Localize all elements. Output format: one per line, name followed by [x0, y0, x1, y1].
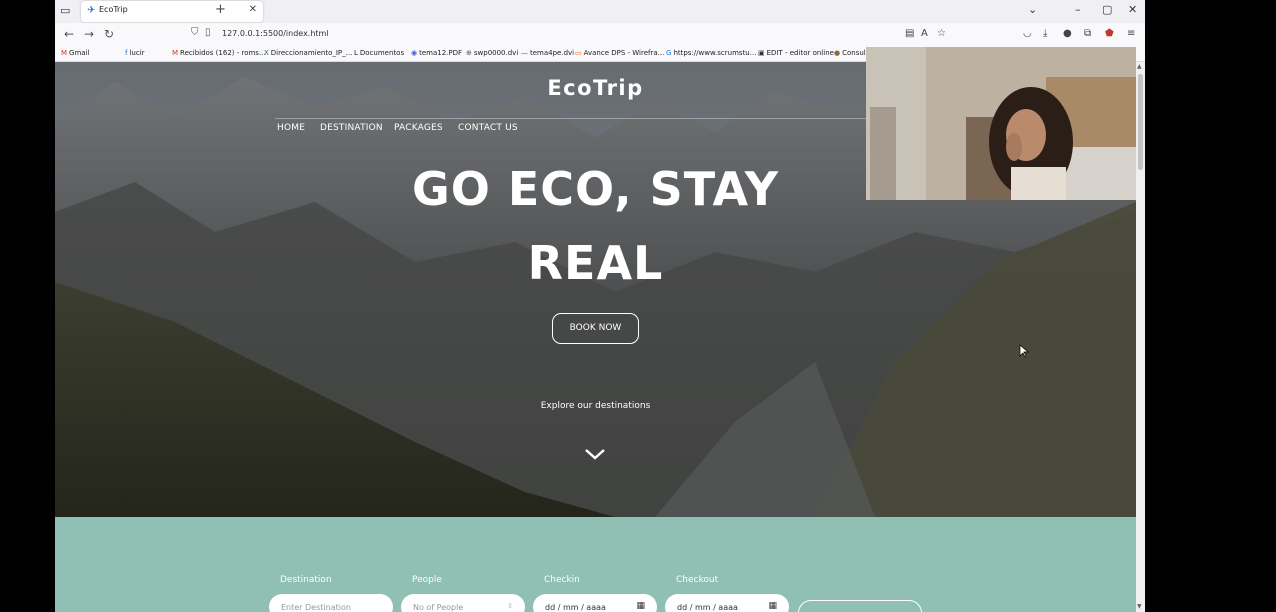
close-window-icon[interactable]: ✕	[1128, 3, 1137, 16]
nav-divider	[275, 118, 915, 119]
bookmark-favicon-icon: M	[61, 49, 68, 57]
hero-headline-line2: REAL	[527, 236, 664, 290]
bookmark-favicon-icon: G	[666, 49, 672, 57]
bookmark-item[interactable]: ▣ EDIT - editor online	[758, 49, 834, 57]
page-scrollbar[interactable]: ▲ ▼	[1136, 62, 1145, 612]
bookmark-star-icon[interactable]: ☆	[937, 28, 946, 39]
people-input-wrapper[interactable]: No of People ⇳	[401, 594, 525, 612]
back-arrow-icon[interactable]: ←	[64, 27, 74, 41]
bookmark-item[interactable]: — tema4pe.dvi	[521, 49, 574, 57]
bookmark-favicon-icon: ◉	[411, 49, 418, 57]
explore-destinations-text: Explore our destinations	[540, 401, 651, 411]
account-icon[interactable]: ●	[1063, 28, 1072, 39]
extensions-icon[interactable]: ⧉	[1084, 28, 1091, 39]
bookmark-label: tema4pe.dvi	[530, 49, 575, 57]
mouse-cursor-icon	[1019, 344, 1029, 358]
bookmark-favicon-icon: ⊕	[466, 49, 472, 57]
bookmark-label: Documentos	[359, 49, 405, 57]
bookmark-favicon-icon: M	[172, 49, 179, 57]
bookmark-item[interactable]: ● Consul	[834, 49, 866, 57]
checkout-date-value[interactable]: dd / mm / aaaa	[677, 603, 738, 612]
booking-section: Destination People Checkin Checkout Ente…	[55, 517, 1136, 612]
maximize-icon[interactable]: ▢	[1102, 3, 1112, 16]
people-input[interactable]: No of People	[413, 603, 463, 612]
scroll-up-icon[interactable]: ▲	[1137, 63, 1142, 70]
people-label: People	[412, 575, 442, 585]
calendar-icon[interactable]: ▦	[636, 601, 645, 611]
checkout-date-input[interactable]: dd / mm / aaaa ▦	[665, 594, 789, 612]
nav-link-contact[interactable]: CONTACT US	[458, 123, 518, 133]
bookmark-label: Direccionamiento_IP_...	[270, 49, 353, 57]
tab-favicon-icon: ✈	[87, 5, 96, 16]
destination-label: Destination	[280, 575, 332, 585]
webcam-person-image	[866, 47, 1136, 200]
chevron-down-icon[interactable]	[583, 447, 607, 461]
new-tab-button[interactable]: +	[215, 2, 226, 17]
booking-submit-button[interactable]	[798, 600, 922, 612]
tab-title: EcoTrip	[99, 5, 128, 14]
bookmark-item[interactable]: f lucir	[125, 49, 145, 57]
checkin-label: Checkin	[544, 575, 580, 585]
bookmark-item[interactable]: X Direccionamiento_IP_...	[264, 49, 352, 57]
navigation-bar: ← → ↻ ⛉ ▯ 127.0.0.1:5500/index.html ▤ A …	[55, 23, 1145, 46]
bookmark-favicon-icon: ▭	[575, 49, 582, 57]
checkin-date-value[interactable]: dd / mm / aaaa	[545, 603, 606, 612]
bookmark-label: Consul	[842, 49, 866, 57]
ublock-shield-icon[interactable]: ⬟	[1105, 28, 1114, 39]
bookmark-label: Avance DPS - Wirefra...	[583, 49, 665, 57]
calendar-icon[interactable]: ▦	[768, 601, 777, 611]
bookmark-item[interactable]: L Documentos	[354, 49, 404, 57]
scrollbar-thumb[interactable]	[1138, 74, 1143, 170]
bookmark-item[interactable]: ⊕ swp0000.dvi	[466, 49, 518, 57]
minimize-icon[interactable]: –	[1075, 3, 1081, 16]
forward-arrow-icon[interactable]: →	[84, 27, 94, 41]
bookmark-label: Recibidos (162) - roms...	[180, 49, 266, 57]
reload-icon[interactable]: ↻	[104, 27, 114, 41]
pocket-icon[interactable]: ◡	[1023, 28, 1032, 39]
bookmark-label: swp0000.dvi	[473, 49, 519, 57]
bookmark-label: lucir	[129, 49, 145, 57]
bookmark-item[interactable]: ▭ Avance DPS - Wirefra...	[575, 49, 664, 57]
bookmark-favicon-icon: ●	[834, 49, 841, 57]
book-now-button[interactable]: BOOK NOW	[552, 313, 639, 344]
webcam-video-overlay	[866, 47, 1136, 200]
downloads-icon[interactable]: ⤓	[1043, 28, 1047, 39]
address-bar[interactable]: ⛉ ▯ 127.0.0.1:5500/index.html	[183, 25, 953, 44]
bookmark-favicon-icon: —	[521, 49, 528, 57]
nav-link-home[interactable]: HOME	[277, 123, 305, 133]
bookmark-item[interactable]: ◉ tema12.PDF	[411, 49, 462, 57]
menu-hamburger-icon[interactable]: ≡	[1127, 28, 1135, 39]
translate-icon[interactable]: A	[921, 28, 928, 39]
shield-icon[interactable]: ⛉	[191, 27, 199, 38]
bookmark-favicon-icon: L	[354, 49, 358, 57]
bookmark-favicon-icon: X	[264, 49, 269, 57]
tab-overflow-chevron-icon[interactable]: ⌄	[1028, 3, 1037, 16]
tab-list-icon[interactable]: ▭	[60, 4, 76, 18]
tab-strip: ▭ ✈ EcoTrip ✕ + ⌄ – ▢ ✕	[55, 0, 1145, 23]
number-spinner-icon[interactable]: ⇳	[507, 602, 513, 610]
bookmark-label: https://www.scrumstu...	[673, 49, 757, 57]
bookmark-item[interactable]: Ghttps://www.scrumstu...	[666, 49, 756, 57]
checkout-label: Checkout	[676, 575, 719, 585]
scroll-down-icon[interactable]: ▼	[1137, 603, 1142, 610]
destination-input[interactable]: Enter Destination	[269, 594, 393, 612]
browser-tab-active[interactable]: ✈ EcoTrip ✕	[81, 1, 263, 22]
checkin-date-input[interactable]: dd / mm / aaaa ▦	[533, 594, 657, 612]
bookmark-label: tema12.PDF	[419, 49, 463, 57]
reader-view-icon[interactable]: ▤	[905, 28, 914, 39]
bookmark-label: Gmail	[69, 49, 90, 57]
tab-close-icon[interactable]: ✕	[249, 4, 257, 15]
page-info-icon[interactable]: ▯	[205, 27, 211, 38]
bookmark-item[interactable]: M Gmail	[61, 49, 89, 57]
bookmark-item[interactable]: M Recibidos (162) - roms...	[172, 49, 266, 57]
url-text[interactable]: 127.0.0.1:5500/index.html	[222, 29, 329, 38]
nav-link-destination[interactable]: DESTINATION	[320, 123, 383, 133]
bookmark-label: EDIT - editor online	[766, 49, 834, 57]
bookmark-favicon-icon: f	[125, 49, 128, 57]
nav-link-packages[interactable]: PACKAGES	[394, 123, 443, 133]
bookmark-favicon-icon: ▣	[758, 49, 765, 57]
